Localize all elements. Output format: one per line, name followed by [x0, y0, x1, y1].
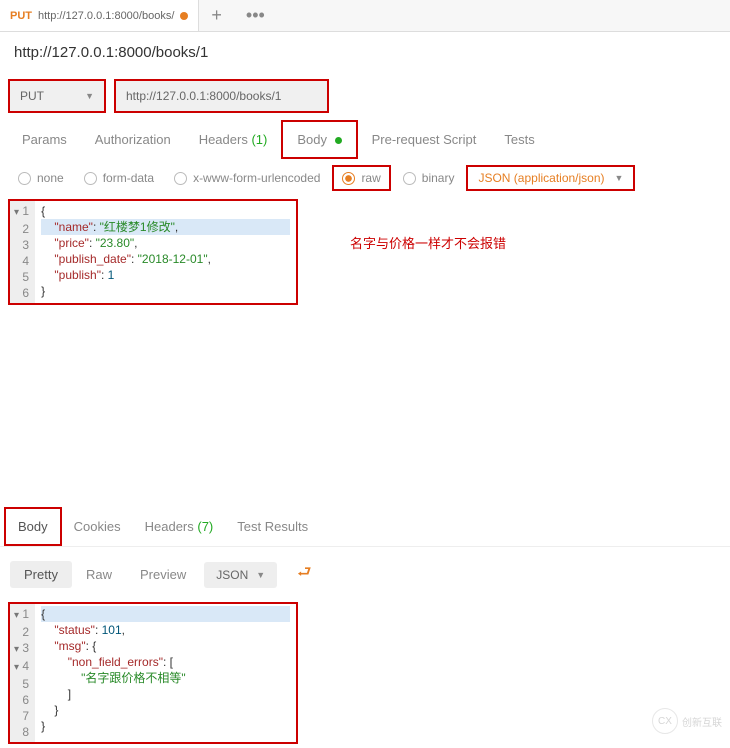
tab-url: http://127.0.0.1:8000/books/: [38, 10, 174, 22]
wrap-icon: ⮐: [297, 564, 311, 581]
dirty-dot-icon: [180, 12, 188, 20]
watermark-text: 创新互联: [682, 714, 722, 729]
response-tab-tests[interactable]: Test Results: [225, 509, 320, 544]
wrap-toggle-button[interactable]: ⮐: [287, 555, 321, 594]
content-type-value: JSON (application/json): [478, 171, 604, 185]
watermark: CX 创新互联: [652, 708, 722, 734]
method-value: PUT: [20, 89, 44, 103]
editor-gutter: ▾ 1 2 ▾ 3 ▾ 4 5 6 7 8: [10, 604, 35, 742]
chevron-down-icon: ▼: [256, 570, 265, 580]
tab-method: PUT: [10, 10, 32, 22]
body-type-urlencoded[interactable]: x-www-form-urlencoded: [166, 167, 328, 189]
format-raw-button[interactable]: Raw: [72, 561, 126, 588]
response-headers-count-badge: (7): [197, 519, 213, 534]
tab-tests[interactable]: Tests: [490, 122, 548, 157]
format-lang-select[interactable]: JSON ▼: [204, 562, 277, 588]
watermark-logo-icon: CX: [652, 708, 678, 734]
response-tab-headers[interactable]: Headers (7): [133, 509, 226, 544]
new-tab-button[interactable]: +: [199, 5, 234, 26]
tab-more-button[interactable]: •••: [234, 5, 277, 26]
request-tab[interactable]: PUT http://127.0.0.1:8000/books/: [0, 0, 199, 31]
response-tab-body[interactable]: Body: [4, 507, 62, 546]
tab-prerequest[interactable]: Pre-request Script: [358, 122, 491, 157]
chevron-down-icon: ▼: [85, 91, 94, 101]
body-type-none[interactable]: none: [10, 167, 72, 189]
chevron-down-icon: ▼: [615, 173, 624, 183]
format-preview-button[interactable]: Preview: [126, 561, 200, 588]
radio-icon: [174, 172, 187, 185]
editor-code[interactable]: { "name": "红楼梦1修改", "price": "23.80", "p…: [35, 201, 296, 303]
request-name: http://127.0.0.1:8000/books/1: [0, 32, 730, 73]
request-body-editor[interactable]: ▾ 1 2 3 4 5 6 { "name": "红楼梦1修改", "price…: [8, 199, 298, 305]
editor-gutter: ▾ 1 2 3 4 5 6: [10, 201, 35, 303]
radio-icon: [342, 172, 355, 185]
content-type-select[interactable]: JSON (application/json) ▼: [466, 165, 635, 191]
tab-body[interactable]: Body: [281, 120, 357, 159]
body-type-binary[interactable]: binary: [395, 167, 463, 189]
annotation-text: 名字与价格一样才不会报错: [350, 233, 506, 252]
response-tab-cookies[interactable]: Cookies: [62, 509, 133, 544]
method-select[interactable]: PUT ▼: [8, 79, 106, 113]
tab-params[interactable]: Params: [8, 122, 81, 157]
format-pretty-button[interactable]: Pretty: [10, 561, 72, 588]
editor-code: { "status": 101, "msg": { "non_field_err…: [35, 604, 296, 742]
tab-headers[interactable]: Headers (1): [185, 122, 282, 157]
radio-icon: [84, 172, 97, 185]
url-value: http://127.0.0.1:8000/books/1: [126, 89, 281, 103]
radio-icon: [18, 172, 31, 185]
body-type-formdata[interactable]: form-data: [76, 167, 162, 189]
body-type-raw[interactable]: raw: [332, 165, 390, 191]
url-input[interactable]: http://127.0.0.1:8000/books/1: [114, 79, 329, 113]
tab-authorization[interactable]: Authorization: [81, 122, 185, 157]
body-dot-icon: [335, 137, 342, 144]
tab-headers-label: Headers: [199, 132, 248, 147]
tab-body-label: Body: [297, 132, 327, 147]
radio-icon: [403, 172, 416, 185]
headers-count-badge: (1): [251, 132, 267, 147]
response-body-editor[interactable]: ▾ 1 2 ▾ 3 ▾ 4 5 6 7 8 { "status": 101, "…: [8, 602, 298, 744]
